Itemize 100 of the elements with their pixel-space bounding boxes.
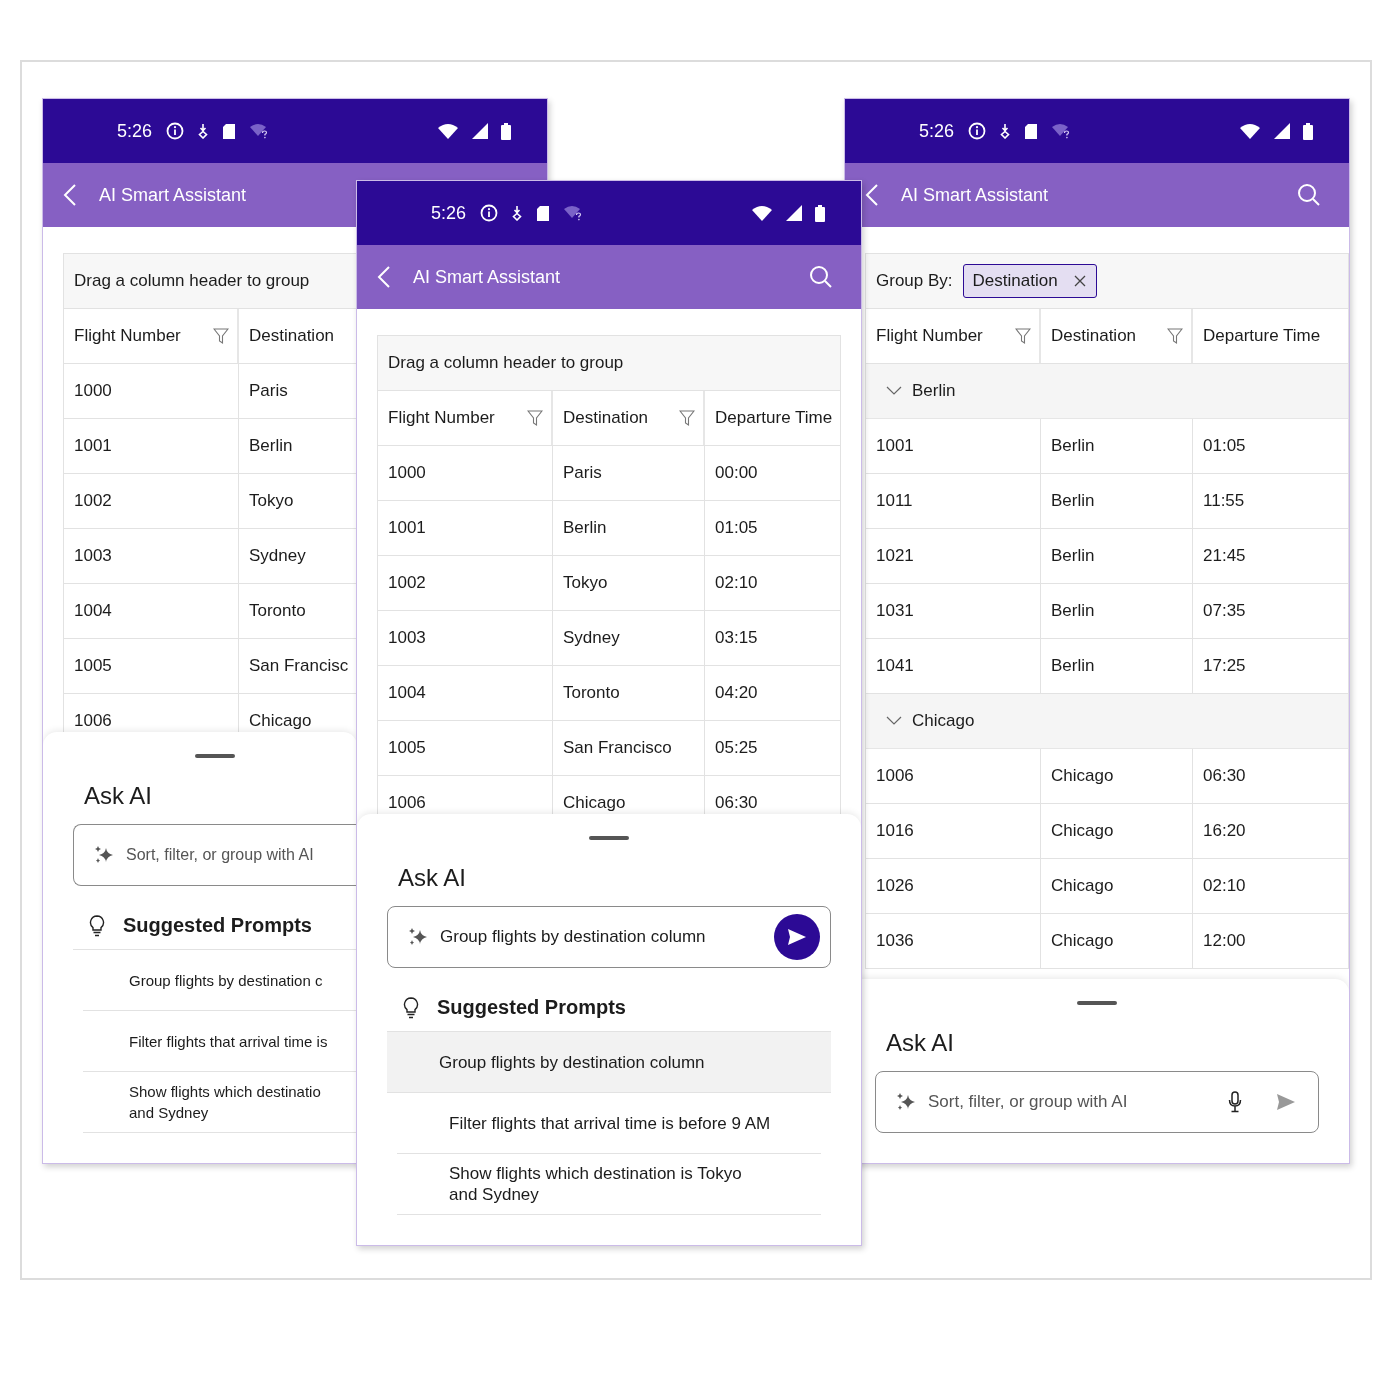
table-cell: Chicago	[1041, 804, 1193, 858]
suggestion-item[interactable]: Group flights by destination column	[387, 1032, 831, 1093]
ask-field[interactable]: Group flights by destination column	[387, 906, 831, 968]
group-label: Berlin	[912, 381, 956, 401]
table-cell: 1001	[866, 419, 1041, 473]
info-icon	[480, 204, 499, 222]
filter-icon[interactable]	[213, 327, 229, 345]
table-cell: 1016	[866, 804, 1041, 858]
table-cell: Sydney	[553, 611, 705, 665]
table-cell-text: 02:10	[1202, 875, 1247, 897]
close-icon[interactable]	[1073, 275, 1086, 287]
group-hint: Drag a column header to group	[388, 353, 624, 373]
table-cell-text: Paris	[248, 380, 289, 402]
column-header[interactable]: Flight Number	[378, 391, 553, 445]
suggestion-item[interactable]: Filter flights that arrival time is before 9 AM	[397, 1093, 821, 1154]
table-cell-text: Toronto	[248, 600, 307, 622]
drag-handle[interactable]	[589, 836, 629, 840]
table-cell: 1003	[64, 529, 239, 583]
info-icon	[968, 122, 987, 140]
table-cell: Berlin	[1041, 529, 1193, 583]
table-cell: 1036	[866, 914, 1041, 968]
table-cell: Chicago	[1041, 749, 1193, 803]
group-row[interactable]: Berlin	[866, 364, 1348, 419]
input-placeholder: Sort, filter, or group with AI	[126, 846, 314, 864]
chevron-icon[interactable]	[886, 386, 902, 396]
wifi-icon	[751, 204, 773, 222]
table-cell-text: Berlin	[248, 435, 294, 457]
table-cell: Tokyo	[553, 556, 705, 610]
column-header[interactable]: Destination	[239, 309, 356, 363]
sheet-title: Ask AI	[886, 1029, 955, 1057]
filter-icon[interactable]	[1167, 327, 1183, 345]
table-cell-text: 11:55	[1202, 490, 1246, 512]
suggestion-item[interactable]: Show flights which destination is Tokyo and Sydney	[397, 1154, 821, 1215]
lightbulb-icon	[89, 914, 105, 937]
status-time: 5:26	[117, 120, 153, 142]
sparkle-icon	[94, 845, 114, 865]
sparkle-icon	[896, 1092, 916, 1112]
table-cell: Toronto	[553, 666, 705, 720]
wifi-question-icon	[563, 205, 584, 221]
microphone-icon[interactable]	[1228, 1091, 1242, 1113]
send-button[interactable]	[774, 914, 820, 960]
table-cell: 1026	[866, 859, 1041, 913]
sd-card-icon	[222, 122, 237, 140]
filter-icon[interactable]	[1015, 327, 1031, 345]
signal-icon	[1274, 123, 1290, 139]
wifi-icon	[1239, 122, 1261, 140]
column-header[interactable]: Destination	[553, 391, 705, 445]
drag-handle[interactable]	[195, 754, 235, 758]
table-cell: 1000	[378, 446, 553, 500]
table-cell-text: 07:35	[1202, 600, 1247, 622]
table-cell: 1021	[866, 529, 1041, 583]
signal-icon	[472, 123, 488, 139]
table-cell: Chicago	[1041, 859, 1193, 913]
table-cell-text: 04:20	[714, 682, 759, 704]
table-cell-text: Sydney	[248, 545, 307, 567]
signal-icon	[786, 205, 802, 221]
table-cell: 1003	[378, 611, 553, 665]
group-by-label: Group By:	[876, 271, 953, 291]
sd-card-icon	[536, 204, 551, 222]
column-header[interactable]: Departure Time	[705, 391, 841, 445]
wifi-question-icon	[249, 123, 270, 139]
ask-field[interactable]: Sort, filter, or group with AI	[875, 1071, 1319, 1133]
table-cell: 1004	[378, 666, 553, 720]
filter-icon[interactable]	[527, 409, 543, 427]
back-icon[interactable]	[63, 183, 77, 207]
info-icon	[166, 122, 185, 140]
table-cell-text: 01:05	[1202, 435, 1247, 457]
group-row[interactable]: Chicago	[866, 694, 1348, 749]
filter-icon[interactable]	[679, 409, 695, 427]
drag-handle[interactable]	[1077, 1001, 1117, 1005]
column-header[interactable]: Departure Time	[1193, 309, 1348, 363]
sheet-title: Ask AI	[84, 782, 153, 810]
sparkle-icon	[408, 927, 428, 947]
input-value: Group flights by destination column	[440, 927, 706, 947]
table-cell-text: San Francisc	[248, 655, 350, 677]
table-cell: 1002	[64, 474, 239, 528]
table-cell: San Francisco	[553, 721, 705, 775]
status-time: 5:26	[919, 120, 955, 142]
chevron-icon[interactable]	[886, 716, 902, 726]
download-icon	[999, 123, 1012, 139]
table-cell: 1005	[378, 721, 553, 775]
table-cell: 1000	[64, 364, 239, 418]
back-icon[interactable]	[865, 183, 879, 207]
suggestions-title: Suggested Prompts	[437, 996, 626, 1019]
table-cell-text: 21:45	[1202, 545, 1247, 567]
search-icon[interactable]	[1297, 183, 1321, 207]
table-cell: 1031	[866, 584, 1041, 638]
table-cell-text: 12:00	[1202, 930, 1247, 952]
column-header[interactable]: Flight Number	[64, 309, 239, 363]
table-cell: 1004	[64, 584, 239, 638]
table-cell-text: 00:00	[714, 462, 759, 484]
sheet-title: Ask AI	[398, 864, 467, 892]
group-chip[interactable]: Destination	[962, 264, 1097, 298]
battery-icon	[501, 122, 511, 140]
back-icon[interactable]	[377, 265, 391, 289]
search-icon[interactable]	[809, 265, 833, 289]
table-cell: Berlin	[1041, 419, 1193, 473]
status-time: 5:26	[431, 202, 467, 224]
table-cell: 1001	[378, 501, 553, 555]
send-icon[interactable]	[787, 928, 807, 946]
